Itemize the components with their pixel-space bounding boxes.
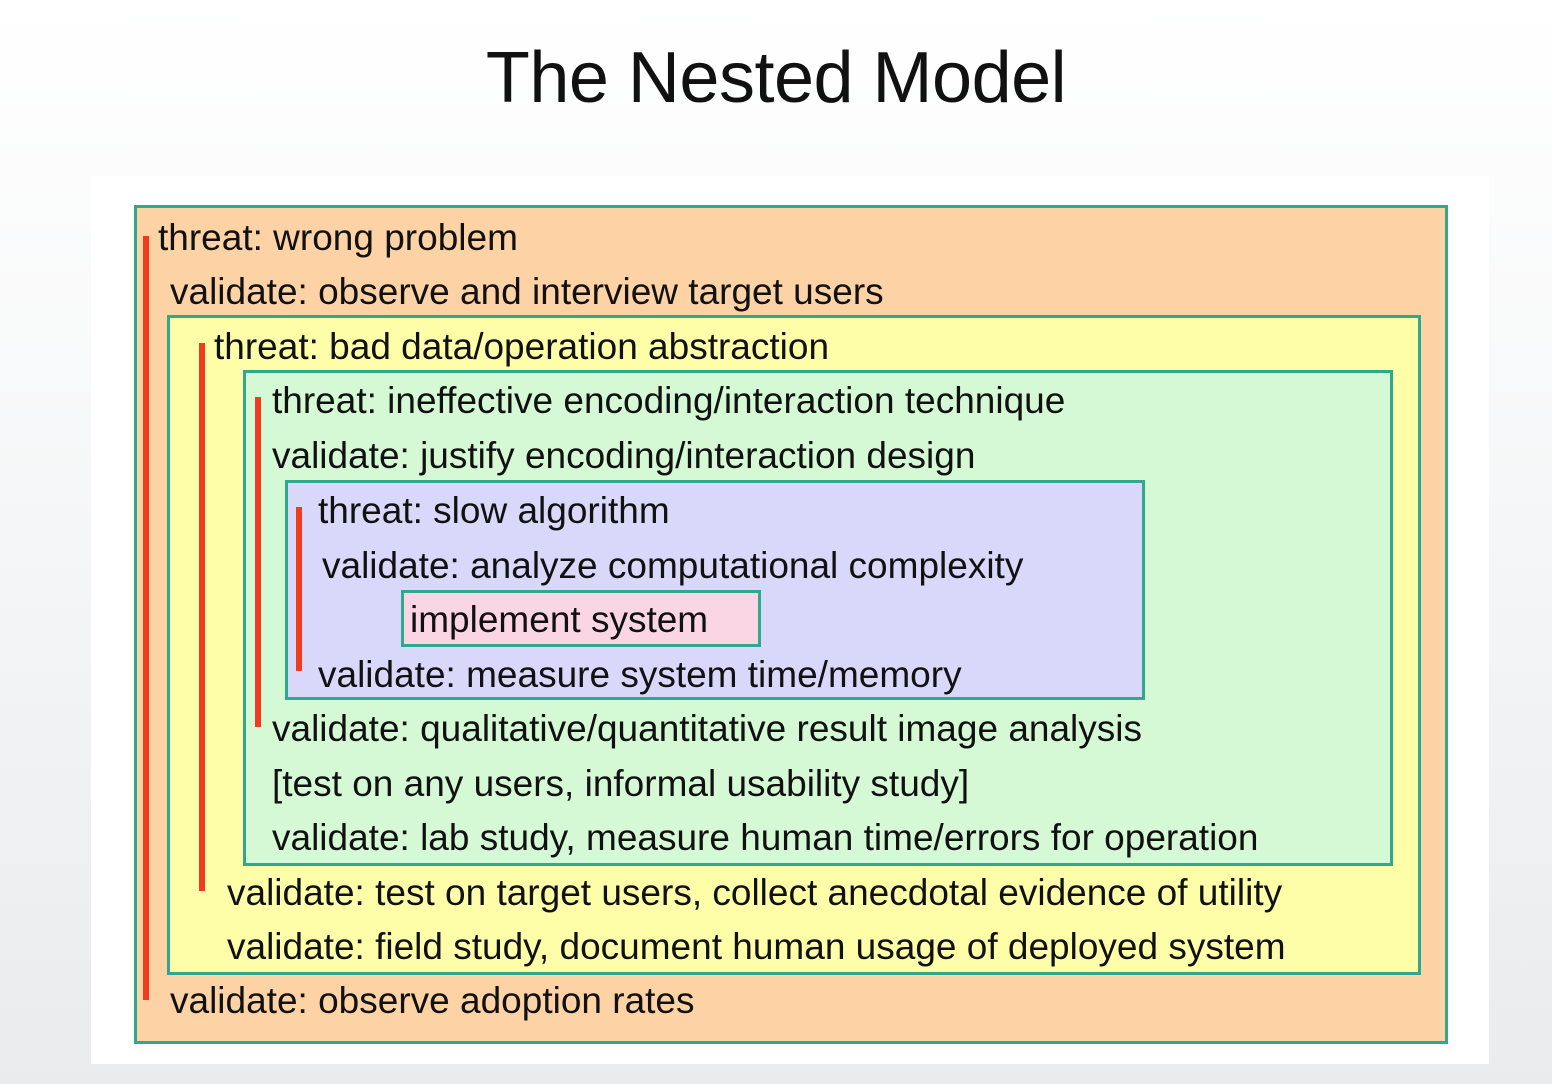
domain-validate-bottom-text: validate: observe adoption rates <box>170 980 695 1021</box>
algorithm-validate-bottom-text: validate: measure system time/memory <box>318 654 962 695</box>
encoding-validate-top-text: validate: justify encoding/interaction d… <box>272 435 976 476</box>
abstraction-threat-text: threat: bad data/operation abstraction <box>214 326 830 367</box>
domain-threat-text: threat: wrong problem <box>158 217 518 258</box>
domain-validate-top-text: validate: observe and interview target u… <box>170 271 884 312</box>
slide-title: The Nested Model <box>485 38 1067 118</box>
algorithm-threat-bar <box>296 507 302 671</box>
encoding-validate-bottom-text-2: [test on any users, informal usability s… <box>272 763 970 804</box>
domain-threat-bar <box>143 236 149 1000</box>
encoding-validate-bottom-text-3: validate: lab study, measure human time/… <box>272 817 1259 858</box>
encoding-validate-bottom-text-1: validate: qualitative/quantitative resul… <box>272 708 1142 749</box>
abstraction-threat-bar <box>199 343 205 891</box>
implement-system-text: implement system <box>410 599 709 640</box>
encoding-threat-text: threat: ineffective encoding/interaction… <box>272 380 1066 421</box>
abstraction-validate-bottom-text-2: validate: field study, document human us… <box>227 926 1286 967</box>
encoding-threat-bar <box>255 397 261 727</box>
algorithm-validate-top-text: validate: analyze computational complexi… <box>322 545 1024 586</box>
algorithm-threat-text: threat: slow algorithm <box>318 490 670 531</box>
abstraction-validate-bottom-text-1: validate: test on target users, collect … <box>227 872 1283 913</box>
